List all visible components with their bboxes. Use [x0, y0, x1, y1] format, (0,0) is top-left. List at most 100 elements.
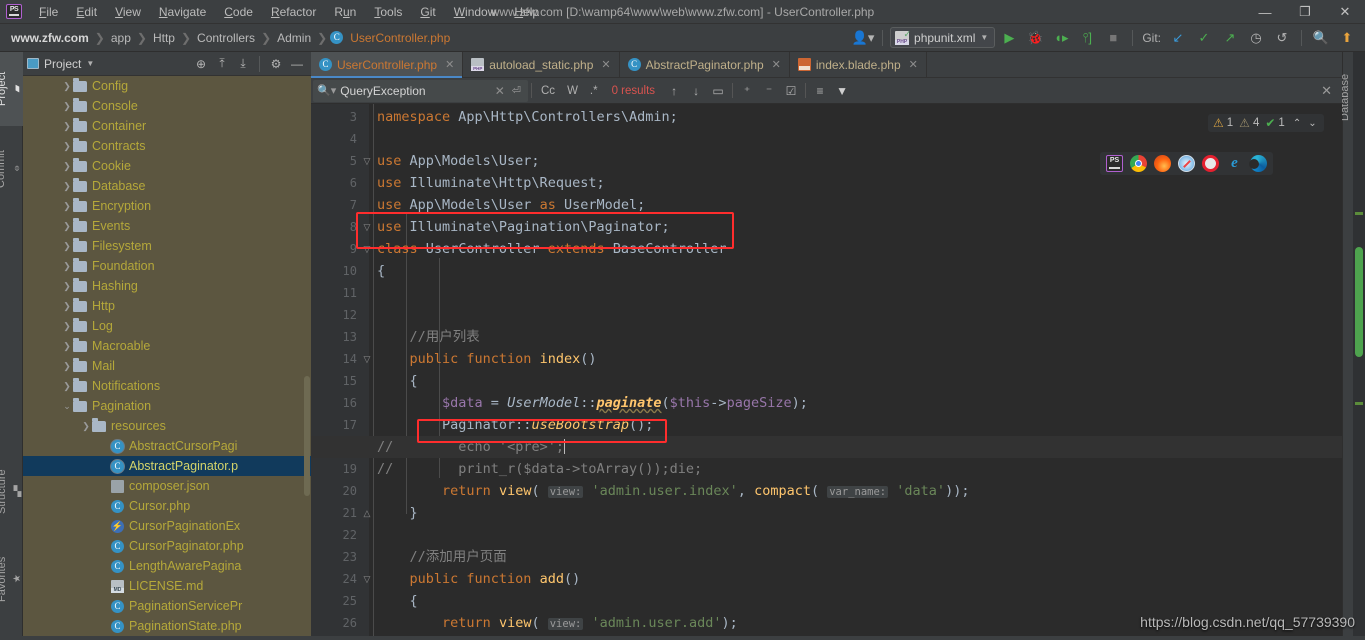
chevron-right-icon[interactable]: ❯ [61, 181, 73, 192]
internet-explorer-icon[interactable]: e [1226, 155, 1243, 172]
menu-git[interactable]: Git [411, 2, 444, 22]
match-case-toggle[interactable]: Cc [535, 85, 561, 97]
firefox-icon[interactable] [1154, 155, 1171, 172]
tab-index-blade-php[interactable]: index.blade.php ✕ [789, 52, 927, 77]
select-all-occurrences-icon[interactable]: ▭ [707, 80, 729, 102]
tree-item-paginationservicepr[interactable]: C PaginationServicePr [23, 596, 311, 616]
sidebar-item-favorites[interactable]: ★ Favorites [0, 538, 23, 620]
menu-run[interactable]: Run [325, 2, 365, 22]
maximize-button[interactable]: ❐ [1285, 0, 1325, 24]
tab-autoload-static-php[interactable]: autoload_static.php ✕ [463, 52, 620, 77]
chevron-right-icon[interactable]: ❯ [61, 81, 73, 92]
tree-item-config[interactable]: ❯ Config [23, 76, 311, 96]
chevron-right-icon[interactable]: ❯ [61, 281, 73, 292]
chevron-right-icon[interactable]: ❯ [61, 381, 73, 392]
exclude-occurrence-icon[interactable]: ⁻ [758, 80, 780, 102]
sidebar-item-project[interactable]: ▰ Project [0, 52, 23, 126]
code-line[interactable]: namespace App\Http\Controllers\Admin; [377, 106, 678, 128]
breadcrumb-admin[interactable]: Admin [274, 31, 314, 45]
tree-item-license-md[interactable]: LICENSE.md [23, 576, 311, 596]
tree-item-macroable[interactable]: ❯ Macroable [23, 336, 311, 356]
chevron-right-icon[interactable]: ❯ [61, 241, 73, 252]
clear-search-icon[interactable]: ✕ [491, 84, 509, 98]
chrome-icon[interactable] [1130, 155, 1147, 172]
tree-item-abstractpaginator-p[interactable]: C AbstractPaginator.p [23, 456, 311, 476]
chevron-right-icon[interactable]: ❯ [61, 101, 73, 112]
tree-item-database[interactable]: ❯ Database [23, 176, 311, 196]
tree-item-cookie[interactable]: ❯ Cookie [23, 156, 311, 176]
tree-item-mail[interactable]: ❯ Mail [23, 356, 311, 376]
breadcrumb-file[interactable]: UserController.php [347, 31, 453, 45]
project-tree[interactable]: ❯ Config ❯ Console ❯ Container ❯ Contracts ❯ Cook… [23, 76, 311, 640]
code-line[interactable]: Paginator::useBootstrap(); [377, 414, 653, 436]
menu-code[interactable]: Code [215, 2, 262, 22]
close-tab-icon[interactable]: ✕ [772, 58, 781, 71]
line-number-gutter[interactable]: 345▽678▽9▽1011121314▽15161718192021△2223… [311, 104, 370, 640]
chevron-right-icon[interactable]: ❯ [80, 421, 92, 432]
menu-navigate[interactable]: Navigate [150, 2, 215, 22]
breadcrumb-http[interactable]: Http [150, 31, 178, 45]
run-with-coverage-icon[interactable]: ◖▸ [1049, 27, 1073, 49]
tree-item-log[interactable]: ❯ Log [23, 316, 311, 336]
code-line[interactable]: use Illuminate\Pagination\Paginator; [377, 216, 670, 238]
notification-update-icon[interactable]: ⬆ [1335, 27, 1359, 49]
editor-scrollbar-thumb[interactable] [1355, 247, 1363, 357]
settings-gear-icon[interactable]: ⚙ [266, 54, 286, 74]
regex-toggle[interactable]: .* [584, 85, 604, 97]
push-arrow-icon[interactable]: ↗ [1218, 27, 1242, 49]
menu-file[interactable]: File [30, 2, 67, 22]
hide-panel-icon[interactable]: — [287, 54, 307, 74]
chevron-right-icon[interactable]: ❯ [61, 321, 73, 332]
code-line[interactable]: class UserController extends BaseControl… [377, 238, 727, 260]
safari-icon[interactable] [1178, 155, 1195, 172]
run-configuration-selector[interactable]: phpunit.xml ▼ [890, 27, 996, 48]
chevron-right-icon[interactable]: ❯ [61, 301, 73, 312]
menu-refactor[interactable]: Refactor [262, 2, 325, 22]
inspection-widget[interactable]: ⚠ 1 ⚠ 4 ✔ 1 ⌃ ⌄ [1208, 114, 1324, 132]
select-occurrence-icon[interactable]: ☑ [780, 80, 802, 102]
tree-scrollbar[interactable] [304, 376, 310, 496]
tree-item-hashing[interactable]: ❯ Hashing [23, 276, 311, 296]
menu-tools[interactable]: Tools [365, 2, 411, 22]
code-line[interactable]: public function add() [377, 568, 581, 590]
commit-checkmark-icon[interactable]: ✓ [1192, 27, 1216, 49]
code-line[interactable]: public function index() [377, 348, 597, 370]
close-button[interactable]: ✕ [1325, 0, 1365, 24]
chevron-right-icon[interactable]: ❯ [61, 121, 73, 132]
tree-item-encryption[interactable]: ❯ Encryption [23, 196, 311, 216]
code-line[interactable]: //添加用户页面 [377, 546, 507, 568]
filter-lines-icon[interactable]: ≡ [809, 80, 831, 102]
run-icon[interactable]: ▶ [997, 27, 1021, 49]
tab-abstractpaginator-php[interactable]: C AbstractPaginator.php ✕ [619, 52, 790, 77]
find-next-icon[interactable]: ↓ [685, 80, 707, 102]
code-line[interactable]: $data = UserModel::paginate($this->pageS… [377, 392, 808, 414]
previous-problem-icon[interactable]: ⌃ [1291, 118, 1303, 129]
close-findbar-icon[interactable]: ✕ [1315, 83, 1338, 99]
search-history-icon[interactable]: ⏎ [509, 84, 524, 97]
chevron-right-icon[interactable]: ❯ [61, 261, 73, 272]
code-content[interactable]: namespace App\Http\Controllers\Admin; use… [311, 104, 1342, 640]
opera-icon[interactable] [1202, 155, 1219, 172]
sidebar-item-commit[interactable]: ⌽ Commit [0, 130, 23, 208]
code-line[interactable]: use App\Models\User as UserModel; [377, 194, 645, 216]
history-clock-icon[interactable]: ◷ [1244, 27, 1268, 49]
chevron-right-icon[interactable]: ❯ [61, 141, 73, 152]
search-input[interactable]: 🔍▾ QueryException ✕ ⏎ [313, 79, 528, 102]
next-problem-icon[interactable]: ⌄ [1306, 118, 1318, 129]
minimize-button[interactable]: — [1245, 0, 1285, 24]
tree-item-console[interactable]: ❯ Console [23, 96, 311, 116]
tree-item-http[interactable]: ❯ Http [23, 296, 311, 316]
tree-item-notifications[interactable]: ❯ Notifications [23, 376, 311, 396]
code-line[interactable]: { [377, 590, 418, 612]
stop-icon[interactable]: ■ [1101, 27, 1125, 49]
tree-item-filesystem[interactable]: ❯ Filesystem [23, 236, 311, 256]
code-line[interactable]: { [377, 370, 418, 392]
search-everywhere-icon[interactable]: 🔍 [1309, 27, 1333, 49]
collapse-all-icon[interactable]: ⤓ [233, 54, 253, 74]
tree-item-paginationstate-php[interactable]: C PaginationState.php [23, 616, 311, 636]
tree-item-container[interactable]: ❯ Container [23, 116, 311, 136]
tree-item-pagination[interactable]: ⌄ Pagination [23, 396, 311, 416]
find-previous-icon[interactable]: ↑ [663, 80, 685, 102]
tree-item-contracts[interactable]: ❯ Contracts [23, 136, 311, 156]
breadcrumb-root[interactable]: www.zfw.com [8, 31, 92, 45]
